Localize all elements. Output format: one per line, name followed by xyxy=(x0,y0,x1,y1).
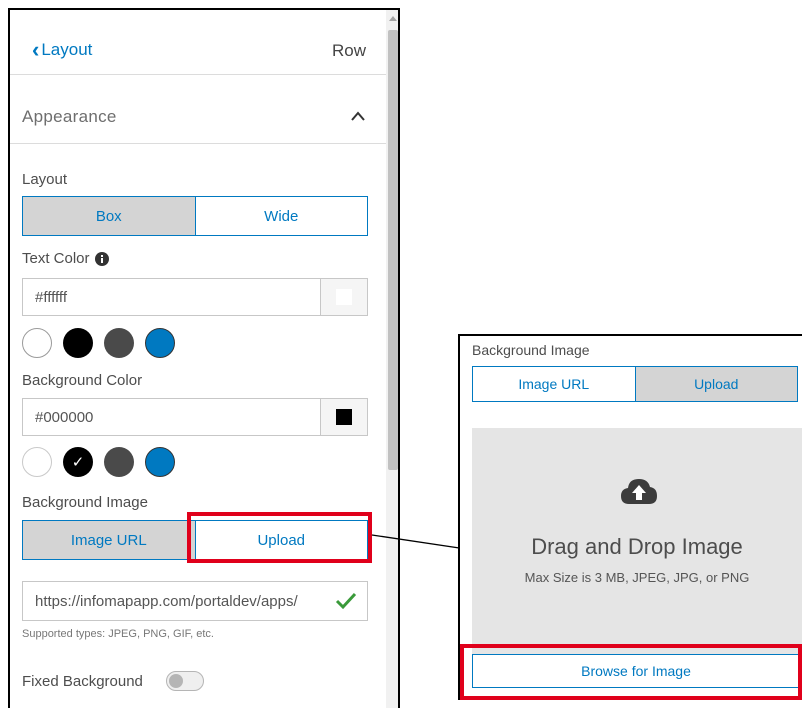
drop-title: Drag and Drop Image xyxy=(531,534,743,559)
drop-subtitle: Max Size is 3 MB, JPEG, JPG, or PNG xyxy=(524,570,750,585)
drag-drop-zone[interactable]: Drag and Drop Image Max Size is 3 MB, JP… xyxy=(472,428,802,662)
upload-panel-label: Background Image xyxy=(472,342,590,358)
cloud-upload-icon xyxy=(621,479,657,504)
image-url-tab[interactable]: Image URL xyxy=(473,367,635,401)
browse-image-button[interactable]: Browse for Image xyxy=(472,654,800,688)
upload-tab[interactable]: Upload xyxy=(634,367,797,401)
upload-panel: Background Image Image URL Upload Drag a… xyxy=(458,334,802,700)
upload-panel-tabs: Image URL Upload xyxy=(472,366,798,402)
